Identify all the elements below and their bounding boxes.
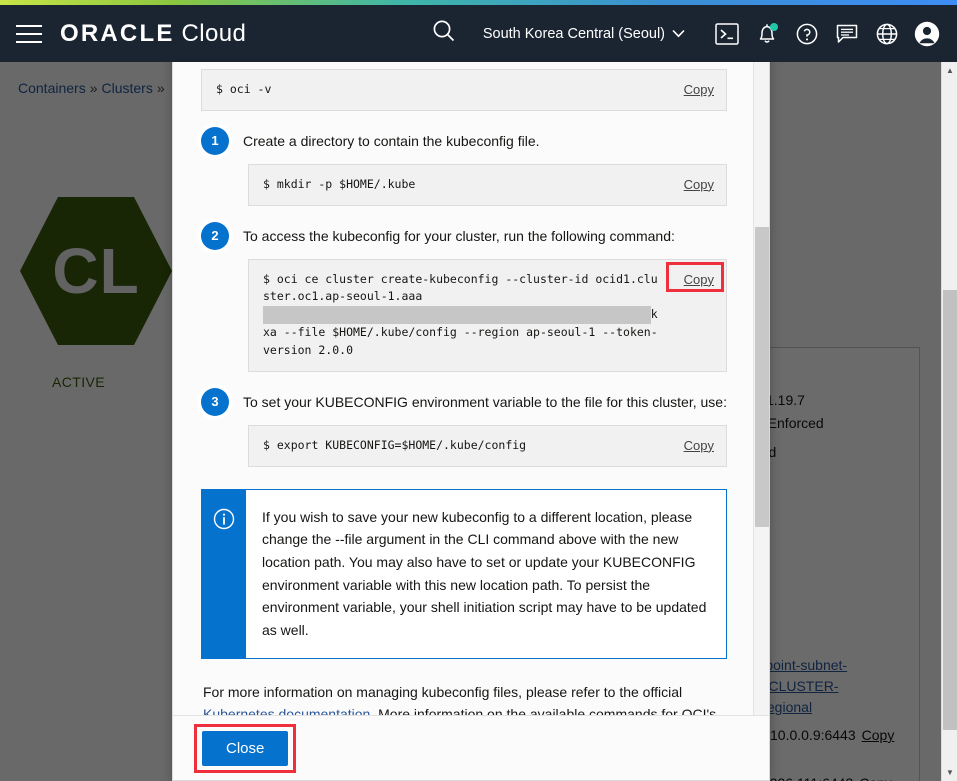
code-text-mkdir: $ mkdir -p $HOME/.kube	[263, 176, 416, 191]
info-circle-icon	[213, 508, 235, 529]
dialog-footnote: For more information on managing kubecon…	[201, 677, 727, 717]
info-callout-accent-bar	[202, 489, 246, 658]
code-text-export-kubeconfig: $ export KUBECONFIG=$HOME/.kube/config	[263, 437, 527, 452]
region-label: South Korea Central (Seoul)	[482, 25, 665, 42]
code-text-oci-version: $ oci -v	[216, 82, 272, 96]
step-1-row: 1 Create a directory to contain the kube…	[201, 126, 727, 155]
code-block-export-kubeconfig: $ export KUBECONFIG=$HOME/.kube/config C…	[248, 424, 727, 467]
header-actions: South Korea Central (Seoul)	[431, 14, 957, 54]
code-text-create-kubeconfig-before: $ oci ce cluster create-kubeconfig --clu…	[263, 271, 658, 304]
code-block-mkdir: $ mkdir -p $HOME/.kube Copy	[248, 163, 727, 206]
chevron-down-icon	[672, 29, 685, 38]
copy-button-mkdir[interactable]: Copy	[684, 175, 714, 195]
help-circle-icon[interactable]	[787, 14, 827, 54]
step-3-row: 3 To set your KUBECONFIG environment var…	[201, 387, 727, 416]
code-block-create-kubeconfig: $ oci ce cluster create-kubeconfig --clu…	[248, 258, 727, 372]
search-icon[interactable]	[431, 18, 457, 49]
dialog-body: $ oci -v Copy 1 Create a directory to co…	[173, 57, 755, 717]
chat-icon[interactable]	[827, 14, 867, 54]
browser-scrollbar-thumb[interactable]	[943, 290, 957, 730]
copy-button-export-kubeconfig[interactable]: Copy	[684, 436, 714, 456]
info-callout-text: If you wish to save your new kubeconfig …	[262, 508, 707, 638]
notification-badge-dot	[770, 22, 778, 31]
step-2-number: 2	[201, 221, 229, 250]
bell-icon[interactable]	[747, 14, 787, 54]
scroll-up-arrow-icon[interactable]: ▲	[942, 62, 957, 79]
browser-scrollbar[interactable]: ▲ ▼	[941, 62, 957, 781]
step-2-row: 2 To access the kubeconfig for your clus…	[201, 221, 727, 250]
copy-button-create-kubeconfig[interactable]: Copy	[684, 270, 714, 290]
oracle-cloud-logo[interactable]: ORACLE Cloud	[60, 20, 246, 48]
close-button[interactable]: Close	[202, 730, 289, 766]
logo-text-oracle: ORACLE	[60, 19, 175, 47]
hamburger-menu-icon[interactable]	[16, 24, 42, 43]
access-your-cluster-dialog: $ oci -v Copy 1 Create a directory to co…	[172, 56, 770, 781]
close-button-wrapper: Close	[194, 723, 297, 773]
step-3-text: To set your KUBECONFIG environment varia…	[243, 393, 727, 410]
globe-icon[interactable]	[867, 14, 907, 54]
info-callout: If you wish to save your new kubeconfig …	[201, 488, 727, 659]
footnote-part-1: For more information on managing kubecon…	[203, 683, 683, 700]
scroll-down-arrow-icon[interactable]: ▼	[942, 764, 957, 781]
redacted-ocid-segment: aaaaaaaaaaaaaaaaaaaaaaaaaaaaaaaaaaaaaaaa…	[263, 306, 651, 325]
copy-button-oci-version[interactable]: Copy	[684, 80, 714, 100]
code-block-oci-version: $ oci -v Copy	[201, 69, 727, 111]
dialog-scrollbar-thumb[interactable]	[755, 227, 769, 527]
step-1-number: 1	[201, 126, 229, 155]
dialog-scrollbar[interactable]	[753, 57, 769, 717]
user-avatar-icon[interactable]	[907, 14, 947, 54]
brand-gradient-bar	[0, 0, 957, 5]
oracle-cloud-header: ORACLE Cloud South Korea Central (Seoul)	[0, 5, 957, 62]
step-2-text: To access the kubeconfig for your cluste…	[243, 227, 675, 244]
logo-text-cloud: Cloud	[181, 19, 247, 47]
cloud-shell-icon[interactable]	[707, 14, 747, 54]
dialog-footer: Close	[173, 715, 769, 780]
region-selector[interactable]: South Korea Central (Seoul)	[483, 26, 685, 42]
step-1-text: Create a directory to contain the kubeco…	[243, 132, 540, 149]
step-3-number: 3	[201, 387, 229, 416]
